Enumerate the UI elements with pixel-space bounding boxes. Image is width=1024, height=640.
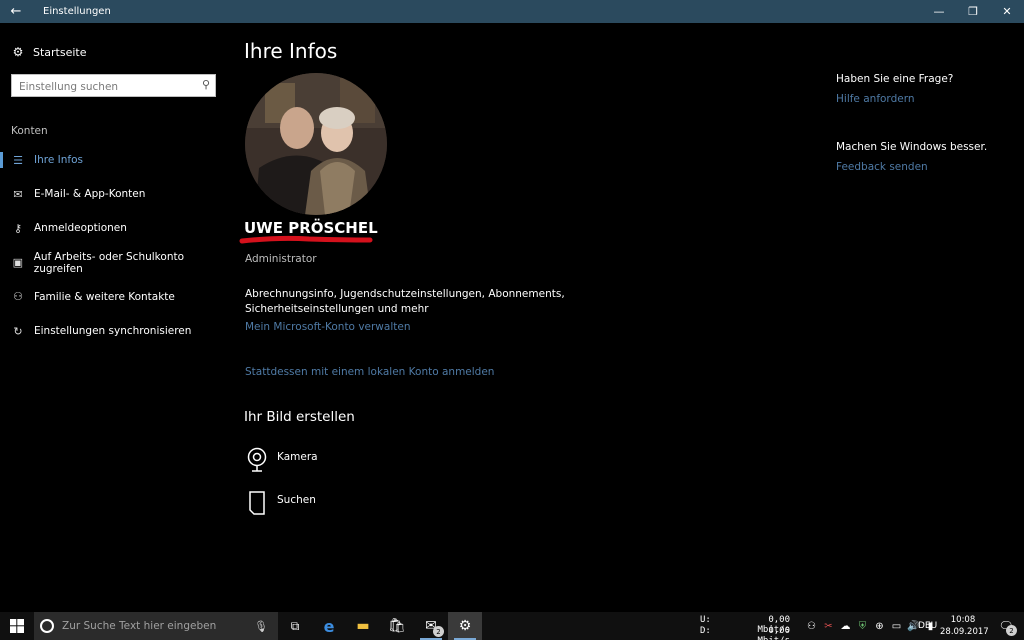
settings-search-input[interactable] [12, 76, 215, 98]
sidebar-item-label: Anmeldeoptionen [34, 222, 127, 235]
account-description: Abrechnungsinfo, Jugendschutzeinstellung… [245, 288, 565, 315]
page-title: Ihre Infos [244, 39, 338, 63]
back-arrow-icon: ← [10, 4, 22, 19]
clock-date: 28.09.2017 [940, 627, 989, 637]
window-controls: — ❐ ✕ [922, 0, 1024, 23]
onedrive-icon[interactable]: ☁ [839, 621, 852, 632]
signature-underline [239, 235, 373, 244]
close-icon: ✕ [1002, 5, 1012, 18]
network-icon[interactable]: ▭ [890, 621, 903, 632]
person-card-icon: ☰ [13, 153, 23, 167]
camera-icon [247, 447, 267, 472]
sidebar-item-ihre-infos[interactable]: ☰ Ihre Infos [0, 143, 232, 177]
store-icon: 🛍 [388, 618, 406, 634]
cortana-icon [40, 619, 54, 633]
tray-app-icon[interactable]: ✂ [822, 621, 835, 632]
action-center-button[interactable]: 🗨 2 [992, 612, 1020, 640]
store-button[interactable]: 🛍 [380, 612, 414, 640]
sidebar-item-label: Familie & weitere Kontakte [34, 290, 175, 303]
clock-time: 10:08 [950, 615, 976, 625]
task-view-button[interactable]: ⧉ [278, 612, 312, 640]
avatar-photo [245, 73, 387, 215]
home-label: Startseite [33, 45, 87, 59]
improve-windows-text: Machen Sie Windows besser. [836, 141, 988, 153]
search-icon[interactable]: ⚲ [202, 78, 210, 91]
sidebar-item-label: Ihre Infos [34, 154, 83, 167]
clock[interactable]: 10:08 28.09.2017 [940, 614, 989, 638]
create-picture-heading: Ihr Bild erstellen [244, 409, 355, 425]
local-account-link[interactable]: Stattdessen mit einem lokalen Konto anme… [245, 366, 494, 378]
microphone-icon[interactable]: 🎙 [254, 620, 268, 633]
sidebar-item-email-accounts[interactable]: ✉ E-Mail- & App-Konten [0, 177, 232, 211]
send-feedback-link[interactable]: Feedback senden [836, 161, 928, 173]
edge-button[interactable]: e [312, 612, 346, 640]
sidebar-nav: ☰ Ihre Infos ✉ E-Mail- & App-Konten ⚷ An… [0, 143, 232, 348]
mail-app-button[interactable]: ✉ 2 [414, 612, 448, 640]
restore-icon: ❐ [968, 5, 978, 18]
windows-logo-icon [10, 619, 24, 633]
home-link[interactable]: ⚙ Startseite [11, 45, 87, 59]
net-up-label: U: [700, 615, 711, 625]
gear-icon: ⚙ [12, 45, 24, 59]
avatar [245, 73, 387, 215]
camera-option[interactable]: Kamera [246, 447, 318, 473]
account-role: Administrator [245, 253, 317, 265]
task-view-icon: ⧉ [290, 618, 300, 633]
taskbar-search[interactable]: Zur Suche Text hier eingeben 🎙 [34, 612, 278, 640]
sidebar-item-label: Einstellungen synchronisieren [34, 325, 192, 338]
folder-icon: ▬ [356, 618, 370, 634]
minimize-icon: — [933, 5, 945, 18]
sync-icon: ↻ [13, 324, 23, 338]
window-title: Einstellungen [43, 6, 111, 17]
sidebar-item-sync[interactable]: ↻ Einstellungen synchronisieren [0, 314, 232, 348]
taskbar-search-placeholder: Zur Suche Text hier eingeben [62, 620, 217, 632]
section-label: Konten [11, 125, 48, 137]
get-help-link[interactable]: Hilfe anfordern [836, 93, 914, 105]
language-indicator[interactable]: DEU [918, 621, 937, 631]
file-explorer-button[interactable]: ▬ [346, 612, 380, 640]
settings-search: ⚲ [11, 74, 216, 98]
minimize-button[interactable]: — [922, 0, 956, 23]
help-question: Haben Sie eine Frage? [836, 73, 954, 85]
net-down-value: 0,00 Mbit/s [757, 626, 790, 640]
people-icon[interactable]: ⚇ [805, 621, 818, 632]
sidebar-item-label: Auf Arbeits- oder Schulkonto zugreifen [33, 250, 185, 275]
title-bar: ← Einstellungen — ❐ ✕ [0, 0, 1024, 23]
gear-icon: ⚙ [458, 618, 472, 634]
mail-badge: 2 [433, 626, 444, 637]
close-button[interactable]: ✕ [990, 0, 1024, 23]
restore-button[interactable]: ❐ [956, 0, 990, 23]
tray-app2-icon[interactable]: ⊕ [873, 621, 886, 632]
camera-label: Kamera [277, 451, 318, 463]
manage-microsoft-account-link[interactable]: Mein Microsoft-Konto verwalten [245, 321, 410, 333]
key-icon: ⚷ [13, 221, 23, 235]
start-button[interactable] [0, 612, 34, 640]
notification-badge: 2 [1006, 625, 1017, 636]
mail-icon: ✉ [13, 187, 23, 201]
file-icon [249, 491, 265, 515]
browse-option[interactable]: Suchen [246, 490, 316, 516]
net-down-label: D: [700, 626, 711, 636]
settings-app-button[interactable]: ⚙ [448, 612, 482, 640]
browse-label: Suchen [277, 494, 316, 506]
briefcase-icon: ▣ [12, 256, 24, 270]
back-button[interactable]: ← [0, 0, 32, 23]
sidebar-item-sign-in-options[interactable]: ⚷ Anmeldeoptionen [0, 211, 232, 245]
edge-icon: e [323, 616, 335, 636]
sidebar: ⚙ Startseite ⚲ Konten ☰ Ihre Infos ✉ E-M… [0, 23, 232, 612]
sidebar-item-work-school[interactable]: ▣ Auf Arbeits- oder Schulkonto zugreifen [0, 246, 232, 280]
sidebar-item-family[interactable]: ⚇ Familie & weitere Kontakte [0, 280, 232, 314]
defender-icon[interactable]: ⛨ [856, 621, 869, 632]
sidebar-item-label: E-Mail- & App-Konten [34, 188, 146, 201]
person-add-icon: ⚇ [13, 290, 23, 304]
